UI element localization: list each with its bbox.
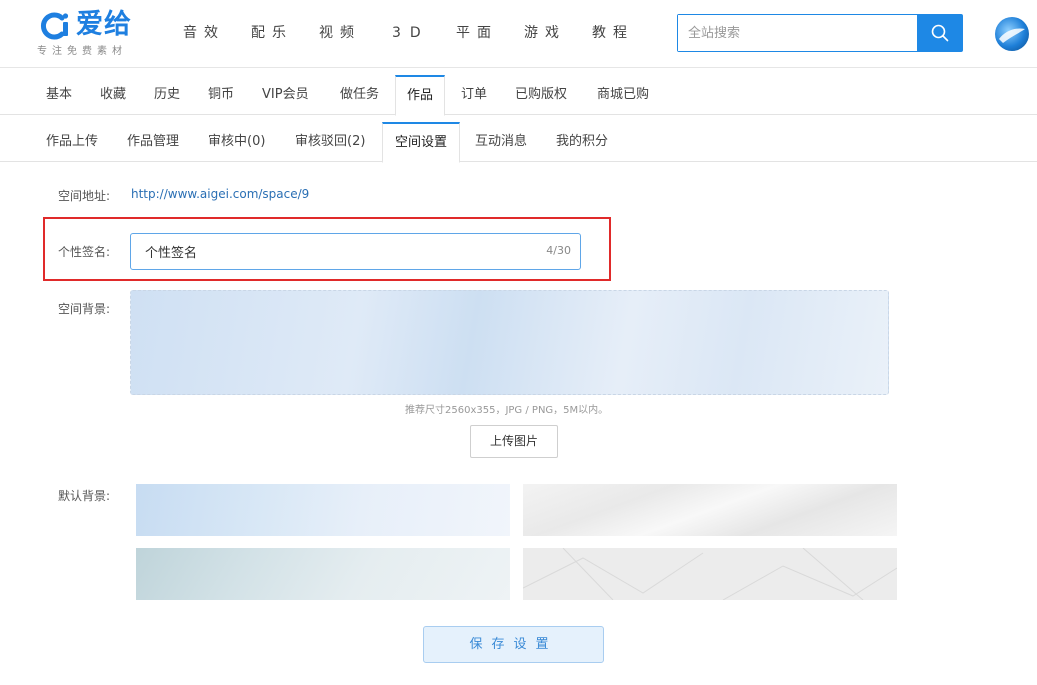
tab-purchased-copyright[interactable]: 已购版权 <box>515 75 567 115</box>
signature-label: 个性签名: <box>58 245 111 259</box>
tab-tasks[interactable]: 做任务 <box>340 75 379 115</box>
logo-text[interactable]: 爱给 <box>76 9 132 41</box>
space-url-label: 空间地址: <box>58 189 111 203</box>
search-icon <box>931 24 948 42</box>
nav-sound-effects[interactable]: 音效 <box>183 24 225 42</box>
tab-manage-works[interactable]: 作品管理 <box>127 122 179 162</box>
default-background-option[interactable] <box>136 484 510 536</box>
signature-input[interactable] <box>131 234 531 269</box>
tab-works[interactable]: 作品 <box>395 75 446 116</box>
default-background-option[interactable] <box>136 548 510 600</box>
tab-favorites[interactable]: 收藏 <box>100 75 126 115</box>
primary-tabs: 基本 收藏 历史 铜币 VIP会员 做任务 作品 订单 已购版权 商城已购 <box>0 75 1037 116</box>
tab-under-review[interactable]: 审核中(0) <box>208 122 265 162</box>
upload-image-button[interactable]: 上传图片 <box>470 425 558 458</box>
secondary-tabs: 作品上传 作品管理 审核中(0) 审核驳回(2) 空间设置 互动消息 我的积分 <box>0 122 1037 163</box>
tab-my-points[interactable]: 我的积分 <box>556 122 608 162</box>
tab-history[interactable]: 历史 <box>154 75 180 115</box>
logo-icon[interactable] <box>40 12 70 40</box>
background-size-hint: 推荐尺寸2560x355，JPG / PNG，5M以内。 <box>405 405 609 416</box>
search-input[interactable] <box>678 15 918 51</box>
tab-space-settings[interactable]: 空间设置 <box>382 122 461 163</box>
save-settings-button[interactable]: 保存设置 <box>423 626 604 663</box>
tab-upload-work[interactable]: 作品上传 <box>46 122 98 162</box>
default-background-option[interactable] <box>523 548 897 600</box>
tab-orders[interactable]: 订单 <box>461 75 487 115</box>
tab-review-rejected[interactable]: 审核驳回(2) <box>295 122 365 162</box>
signature-char-count: 4/30 <box>546 244 571 257</box>
background-label: 空间背景: <box>58 302 111 316</box>
nav-music[interactable]: 配乐 <box>251 24 293 42</box>
nav-3d[interactable]: 3D <box>392 24 430 42</box>
tab-coins[interactable]: 铜币 <box>208 75 234 115</box>
avatar[interactable] <box>995 17 1029 51</box>
default-background-label: 默认背景: <box>58 489 111 503</box>
nav-tutorials[interactable]: 教程 <box>592 24 634 42</box>
site-header: 爱给 专注免费素材 音效 配乐 视频 3D 平面 游戏 教程 <box>0 0 1037 68</box>
tab-store-purchased[interactable]: 商城已购 <box>597 75 649 115</box>
background-preview[interactable] <box>130 290 889 395</box>
nav-graphic[interactable]: 平面 <box>456 24 498 42</box>
tab-basic[interactable]: 基本 <box>46 75 72 115</box>
search-button[interactable] <box>917 15 962 51</box>
search-box <box>677 14 963 52</box>
tab-vip[interactable]: VIP会员 <box>262 75 309 115</box>
signature-field: 4/30 <box>130 233 581 270</box>
logo-slogan: 专注免费素材 <box>37 46 127 57</box>
nav-games[interactable]: 游戏 <box>524 24 566 42</box>
default-background-option[interactable] <box>523 484 897 536</box>
nav-video[interactable]: 视频 <box>319 24 361 42</box>
space-url-link[interactable]: http://www.aigei.com/space/9 <box>131 187 309 201</box>
tab-interaction-messages[interactable]: 互动消息 <box>475 122 527 162</box>
